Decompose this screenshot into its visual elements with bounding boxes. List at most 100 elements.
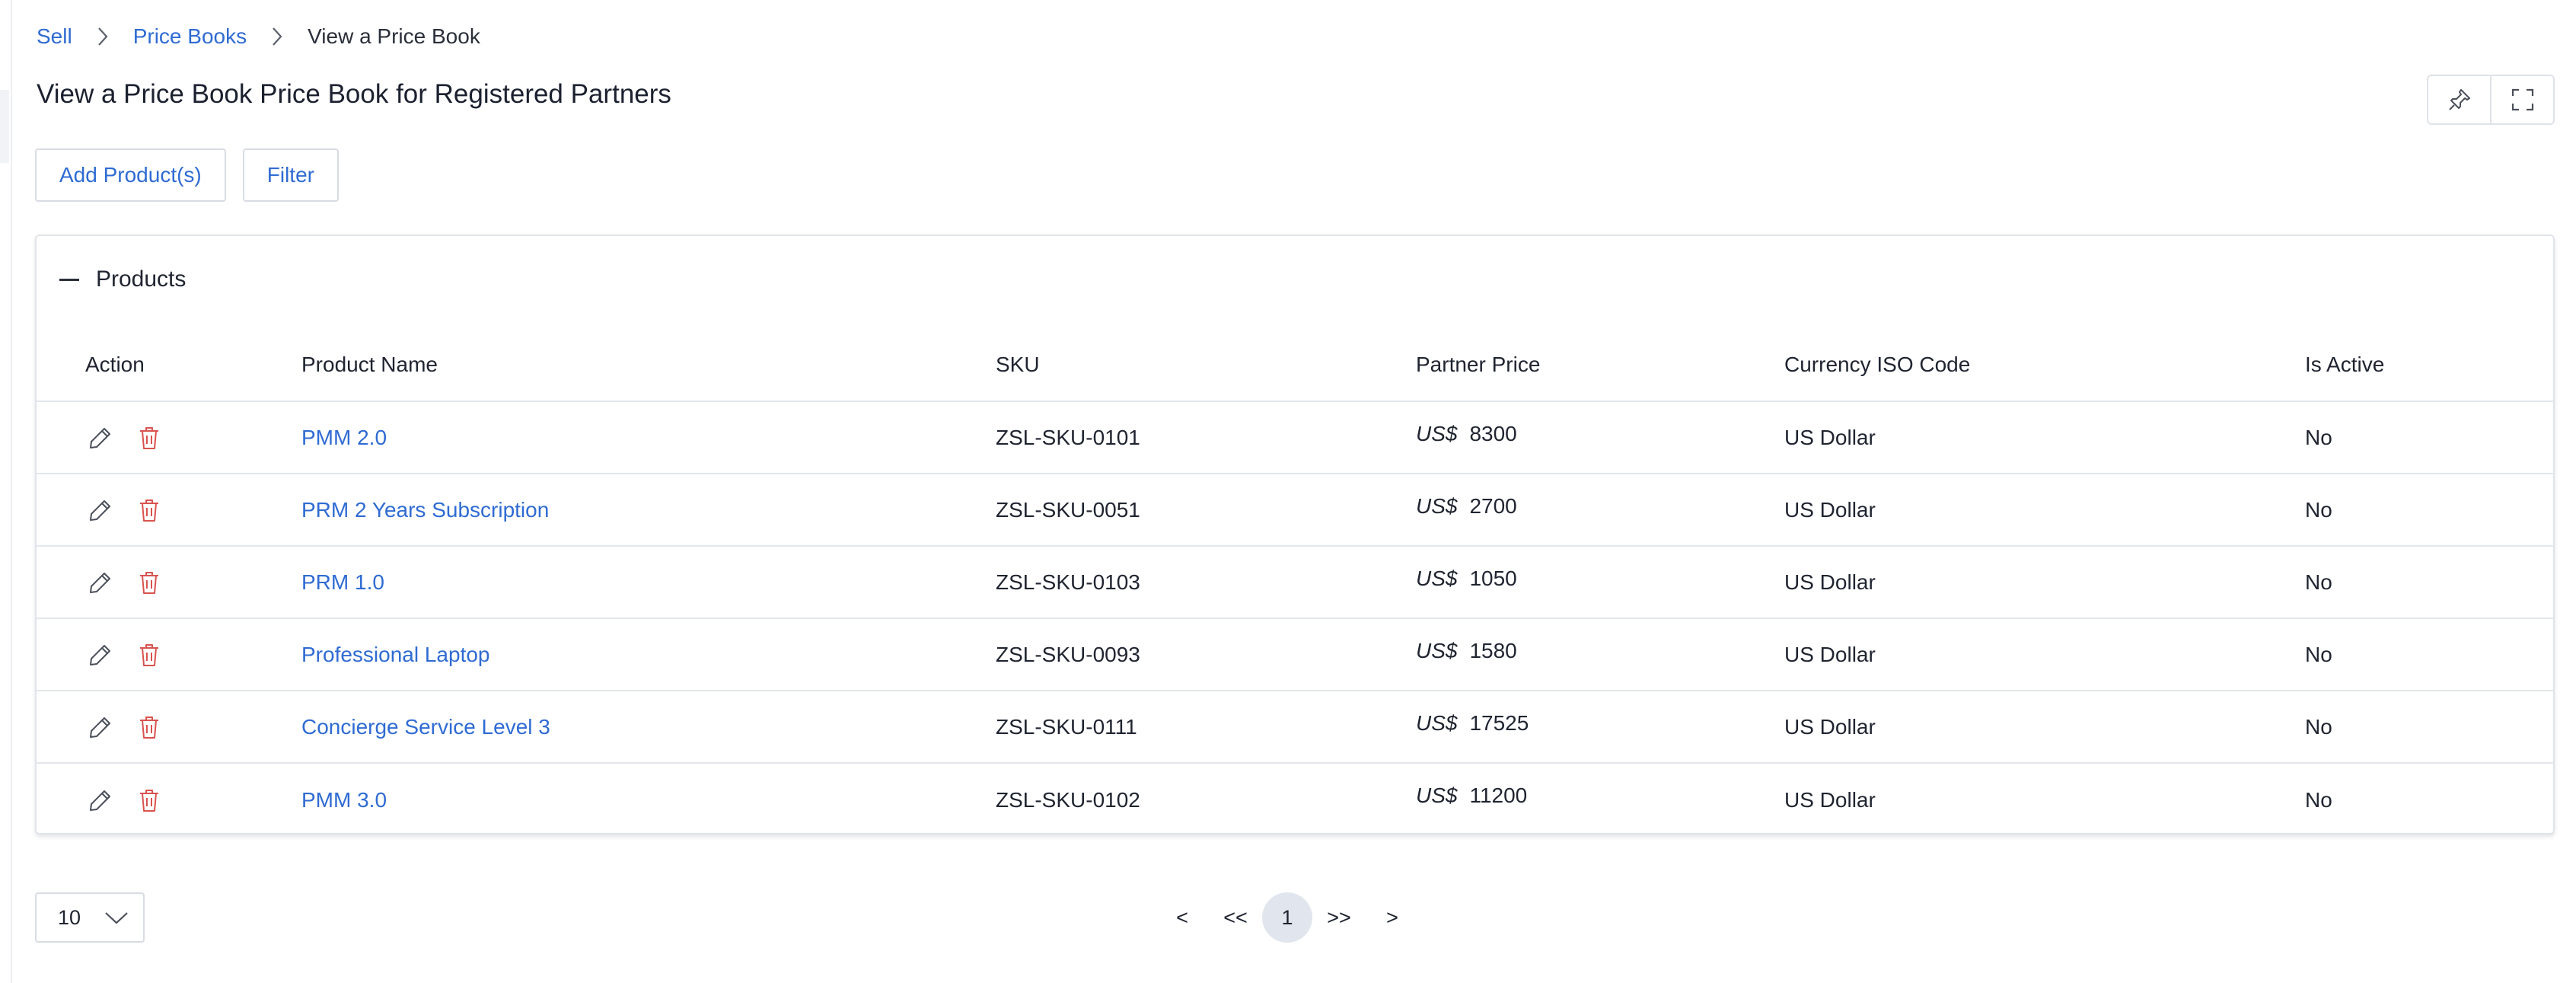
edit-button[interactable]: [85, 712, 116, 742]
breadcrumb: Sell Price Books View a Price Book: [37, 21, 480, 52]
currency-cell: US Dollar: [1784, 425, 1876, 449]
delete-button[interactable]: [134, 712, 164, 742]
currency-symbol: US$: [1416, 639, 1458, 662]
page-size-select[interactable]: 10: [35, 892, 145, 943]
trash-icon: [140, 643, 158, 666]
filter-button[interactable]: Filter: [242, 148, 339, 202]
collapse-icon[interactable]: [59, 278, 79, 281]
edit-button[interactable]: [85, 567, 116, 598]
currency-cell: US Dollar: [1784, 497, 1876, 522]
table-header-row: Action Product Name SKU Partner Price Cu…: [37, 329, 2553, 402]
row-actions: [85, 547, 164, 618]
price-value: 8300: [1469, 422, 1517, 445]
price-value: 11200: [1469, 784, 1528, 807]
is-active-cell: No: [2305, 787, 2332, 812]
pencil-icon: [90, 499, 110, 521]
next-page-button[interactable]: >: [1366, 892, 1419, 943]
currency-symbol: US$: [1416, 784, 1458, 807]
expand-icon: [2511, 88, 2533, 111]
rail-active-marker: [0, 90, 9, 163]
column-header-product-name[interactable]: Product Name: [301, 329, 438, 401]
delete-button[interactable]: [134, 567, 164, 598]
prev-page-button[interactable]: <: [1156, 892, 1209, 943]
column-header-currency-iso-code[interactable]: Currency ISO Code: [1784, 329, 1970, 401]
is-active-cell: No: [2305, 714, 2332, 739]
partner-price-cell: US$ 17525: [1416, 691, 1529, 762]
pencil-icon: [90, 427, 110, 448]
delete-button[interactable]: [134, 423, 164, 453]
toolbar: Add Product(s) Filter: [35, 148, 339, 202]
sku-cell: ZSL-SKU-0111: [996, 714, 1137, 739]
product-name-link[interactable]: PMM 2.0: [301, 426, 387, 450]
chevron-right-icon: [72, 21, 133, 52]
delete-button[interactable]: [134, 785, 164, 815]
sku-cell: ZSL-SKU-0101: [996, 425, 1140, 449]
breadcrumb-price-books-link[interactable]: Price Books: [133, 24, 247, 49]
breadcrumb-sell-link[interactable]: Sell: [37, 24, 72, 49]
first-page-button[interactable]: <<: [1209, 892, 1262, 943]
edit-button[interactable]: [85, 423, 116, 453]
currency-symbol: US$: [1416, 567, 1458, 590]
pencil-icon: [90, 644, 110, 665]
product-name-link[interactable]: Concierge Service Level 3: [301, 715, 550, 739]
column-header-action: Action: [85, 353, 145, 376]
is-active-cell: No: [2305, 570, 2332, 594]
delete-button[interactable]: [134, 640, 164, 670]
fullscreen-button[interactable]: [2490, 76, 2553, 123]
pin-button[interactable]: [2428, 76, 2490, 123]
is-active-cell: No: [2305, 425, 2332, 449]
delete-button[interactable]: [134, 495, 164, 525]
currency-cell: US Dollar: [1784, 787, 1876, 812]
current-page-button[interactable]: 1: [1262, 892, 1312, 943]
currency-cell: US Dollar: [1784, 570, 1876, 594]
last-page-button[interactable]: >>: [1312, 892, 1366, 943]
trash-icon: [140, 571, 158, 594]
pagination: < << 1 >> >: [1156, 892, 1419, 943]
product-name-link[interactable]: PMM 3.0: [301, 788, 387, 812]
pencil-icon: [90, 790, 110, 811]
column-header-is-active[interactable]: Is Active: [2305, 329, 2384, 401]
sku-cell: ZSL-SKU-0103: [996, 570, 1140, 594]
price-book-view-page: Sell Price Books View a Price Book View …: [0, 0, 2576, 983]
pin-icon: [2448, 89, 2470, 110]
currency-symbol: US$: [1416, 711, 1458, 735]
sku-cell: ZSL-SKU-0051: [996, 497, 1140, 522]
sku-cell: ZSL-SKU-0102: [996, 787, 1140, 812]
partner-price-cell: US$ 2700: [1416, 474, 1517, 545]
pencil-icon: [90, 717, 110, 738]
table-row: PRM 1.0 ZSL-SKU-0103 US$ 1050 US Dollar …: [37, 547, 2553, 619]
sku-cell: ZSL-SKU-0093: [996, 642, 1140, 666]
chevron-right-icon: [247, 21, 308, 52]
edit-button[interactable]: [85, 640, 116, 670]
column-header-partner-price[interactable]: Partner Price: [1416, 329, 1540, 401]
partner-price-cell: US$ 1580: [1416, 619, 1517, 690]
row-actions: [85, 691, 164, 762]
column-header-sku[interactable]: SKU: [996, 329, 1040, 401]
partner-price-cell: US$ 8300: [1416, 402, 1517, 473]
currency-symbol: US$: [1416, 422, 1458, 445]
add-products-button[interactable]: Add Product(s): [35, 148, 226, 202]
product-name-link[interactable]: PRM 2 Years Subscription: [301, 498, 549, 522]
row-actions: [85, 402, 164, 473]
price-value: 1580: [1469, 639, 1517, 662]
trash-icon: [140, 716, 158, 739]
trash-icon: [140, 499, 158, 522]
product-name-link[interactable]: Professional Laptop: [301, 643, 490, 667]
products-table: Action Product Name SKU Partner Price Cu…: [37, 329, 2553, 836]
is-active-cell: No: [2305, 497, 2332, 522]
currency-cell: US Dollar: [1784, 714, 1876, 739]
row-actions: [85, 619, 164, 690]
products-panel-header: Products: [59, 266, 186, 292]
partner-price-cell: US$ 1050: [1416, 547, 1517, 618]
currency-cell: US Dollar: [1784, 642, 1876, 666]
table-row: Concierge Service Level 3 ZSL-SKU-0111 U…: [37, 691, 2553, 764]
trash-icon: [140, 789, 158, 812]
trash-icon: [140, 426, 158, 449]
partner-price-cell: US$ 11200: [1416, 764, 1527, 836]
edit-button[interactable]: [85, 495, 116, 525]
product-name-link[interactable]: PRM 1.0: [301, 570, 384, 595]
table-row: PMM 2.0 ZSL-SKU-0101 US$ 8300 US Dollar …: [37, 402, 2553, 474]
edit-button[interactable]: [85, 785, 116, 815]
header-actions: [2427, 75, 2555, 125]
price-value: 2700: [1469, 494, 1517, 518]
